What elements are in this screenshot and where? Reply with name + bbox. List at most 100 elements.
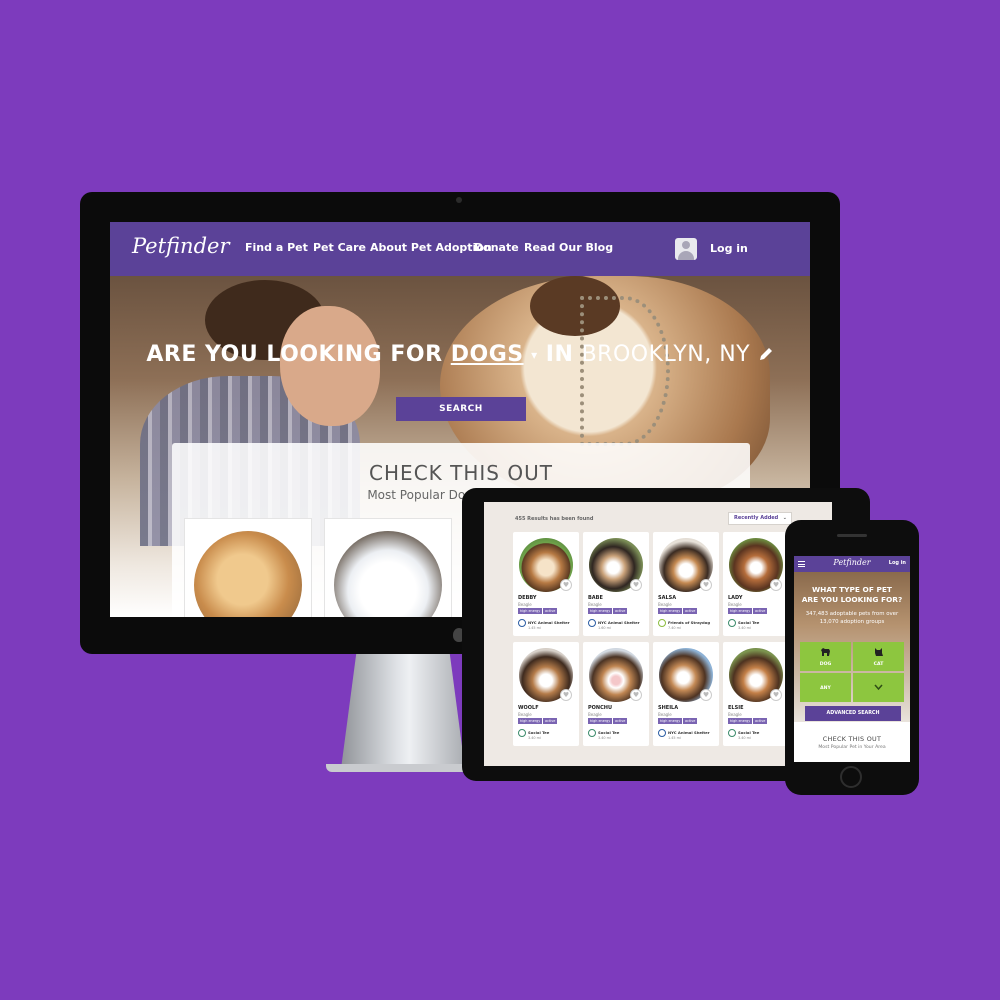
sort-dropdown[interactable]: Recently Added ⌄	[728, 512, 792, 525]
pet-photo	[334, 531, 442, 617]
cat-icon	[875, 648, 883, 656]
pet-breed: Beagle	[658, 712, 672, 717]
pet-card[interactable]: ♥ PONCHU Beagle high energy active Socia…	[583, 642, 649, 746]
pet-type-cat-tile[interactable]: CAT	[853, 642, 904, 671]
panel-title: CHECK THIS OUT	[369, 461, 553, 485]
pet-card[interactable]: ♥ ELSIE Beagle high energy active Social…	[723, 642, 789, 746]
trait-tag: active	[543, 608, 558, 614]
phone-check-subtitle: Most Popular Pet in Your Area	[818, 745, 886, 750]
pet-name: BABE	[588, 595, 603, 601]
heart-icon[interactable]: ♥	[700, 579, 712, 591]
shelter-name: Social Tee	[738, 620, 760, 625]
shelter-icon	[518, 729, 526, 737]
pet-breed: Beagle	[588, 602, 602, 607]
nav-read-our-blog[interactable]: Read Our Blog	[524, 241, 613, 254]
trait-tag: active	[683, 608, 698, 614]
heart-icon[interactable]: ♥	[560, 689, 572, 701]
headline-prefix: ARE YOU LOOKING FOR	[146, 342, 451, 367]
desktop-navbar: Petfinder Find a Pet Pet Care About Pet …	[110, 222, 810, 276]
chevron-down-icon: ⌄	[782, 515, 787, 521]
distance: 7.40 mi	[668, 626, 681, 630]
sort-value: Recently Added	[734, 515, 779, 521]
distance: 1.60 mi	[598, 626, 611, 630]
heart-icon[interactable]: ♥	[630, 579, 642, 591]
pet-name: ELSIE	[728, 705, 744, 711]
pet-card[interactable]: ♥ BABE Beagle high energy active NYC Ani…	[583, 532, 649, 636]
shelter-icon	[728, 619, 736, 627]
headline-middle: IN	[537, 342, 582, 367]
trait-tag: high energy	[518, 608, 543, 614]
shelter-icon	[518, 619, 526, 627]
distance: 3.40 mi	[598, 736, 611, 740]
pet-breed: Beagle	[728, 712, 742, 717]
pet-name: PONCHU	[588, 705, 613, 711]
trait-tag: high energy	[658, 608, 683, 614]
trait-tag: high energy	[658, 718, 683, 724]
petfinder-logo[interactable]: Petfinder	[132, 234, 230, 258]
pet-card[interactable]: ♥ WOOLF Beagle high energy active Social…	[513, 642, 579, 746]
pet-breed: Beagle	[658, 602, 672, 607]
monitor-stand-base	[326, 764, 480, 772]
shelter-name: Social Tee	[738, 730, 760, 735]
nav-find-a-pet[interactable]: Find a Pet	[245, 241, 308, 254]
heart-icon[interactable]: ♥	[770, 579, 782, 591]
pencil-icon[interactable]	[758, 346, 774, 362]
login-link[interactable]: Log in	[710, 242, 748, 255]
pet-card[interactable]: ♥ SALSA Beagle high energy active Friend…	[653, 532, 719, 636]
nav-donate[interactable]: Donate	[474, 241, 519, 254]
distance: 1.45 mi	[528, 626, 541, 630]
shelter-name: Social Tee	[528, 730, 550, 735]
results-count: 455 Results has been found	[515, 516, 594, 522]
trait-tag: high energy	[728, 608, 753, 614]
location-field[interactable]: BROOKLYN, NY	[582, 342, 751, 367]
distance: 3.40 mi	[738, 626, 751, 630]
pet-card[interactable]: ♥ SHEILA Beagle high energy active NYC A…	[653, 642, 719, 746]
pet-type-any-tile[interactable]: ANY	[800, 673, 851, 702]
chevron-down-icon	[874, 684, 883, 691]
tablet-screen: 455 Results has been found Recently Adde…	[484, 502, 832, 766]
shelter-icon	[658, 729, 666, 737]
search-button[interactable]: SEARCH	[396, 397, 526, 421]
shelter-icon	[728, 729, 736, 737]
pet-card[interactable]	[184, 518, 312, 617]
pet-name: WOOLF	[518, 705, 539, 711]
trait-tag: high energy	[588, 718, 613, 724]
pet-card[interactable]	[324, 518, 452, 617]
pet-card[interactable]: ♥ DEBBY Beagle high energy active NYC An…	[513, 532, 579, 636]
heart-icon[interactable]: ♥	[770, 689, 782, 701]
login-link[interactable]: Log in	[889, 560, 906, 566]
heart-icon[interactable]: ♥	[630, 689, 642, 701]
monitor-stand	[340, 654, 466, 772]
phone-navbar: Petfinder Log in	[794, 556, 910, 572]
heart-icon[interactable]: ♥	[560, 579, 572, 591]
phone-screen: Petfinder Log in WHAT TYPE OF PET ARE YO…	[794, 556, 910, 762]
pet-type-question: WHAT TYPE OF PET ARE YOU LOOKING FOR?	[801, 585, 903, 604]
nav-pet-care[interactable]: Pet Care	[313, 241, 366, 254]
heart-icon[interactable]: ♥	[700, 689, 712, 701]
phone-hero: WHAT TYPE OF PET ARE YOU LOOKING FOR? 34…	[794, 572, 910, 722]
shelter-icon	[588, 729, 596, 737]
home-button[interactable]	[840, 766, 862, 788]
pet-name: LADY	[728, 595, 743, 601]
pet-card[interactable]: ♥ LADY Beagle high energy active Social …	[723, 532, 789, 636]
trait-tag: active	[683, 718, 698, 724]
pet-breed: Beagle	[728, 602, 742, 607]
trait-tag: active	[753, 608, 768, 614]
pet-breed: Beagle	[518, 712, 532, 717]
pet-breed: Beagle	[588, 712, 602, 717]
pet-name: SHEILA	[658, 705, 679, 711]
user-avatar-icon[interactable]	[675, 238, 697, 260]
pet-type-dog-tile[interactable]: DOG	[800, 642, 851, 671]
dog-icon	[821, 648, 830, 656]
trait-tag: active	[543, 718, 558, 724]
advanced-search-button[interactable]: ADVANCED SEARCH	[805, 706, 901, 721]
shelter-icon	[658, 619, 666, 627]
phone-device: Petfinder Log in WHAT TYPE OF PET ARE YO…	[785, 520, 919, 795]
pet-type-dropdown[interactable]: DOGS	[451, 342, 524, 367]
more-options-tile[interactable]	[853, 673, 904, 702]
camera	[456, 197, 462, 203]
shelter-name: Friends of Straydog	[668, 620, 711, 625]
trait-tag: active	[753, 718, 768, 724]
trait-tag: high energy	[518, 718, 543, 724]
distance: 3.40 mi	[738, 736, 751, 740]
